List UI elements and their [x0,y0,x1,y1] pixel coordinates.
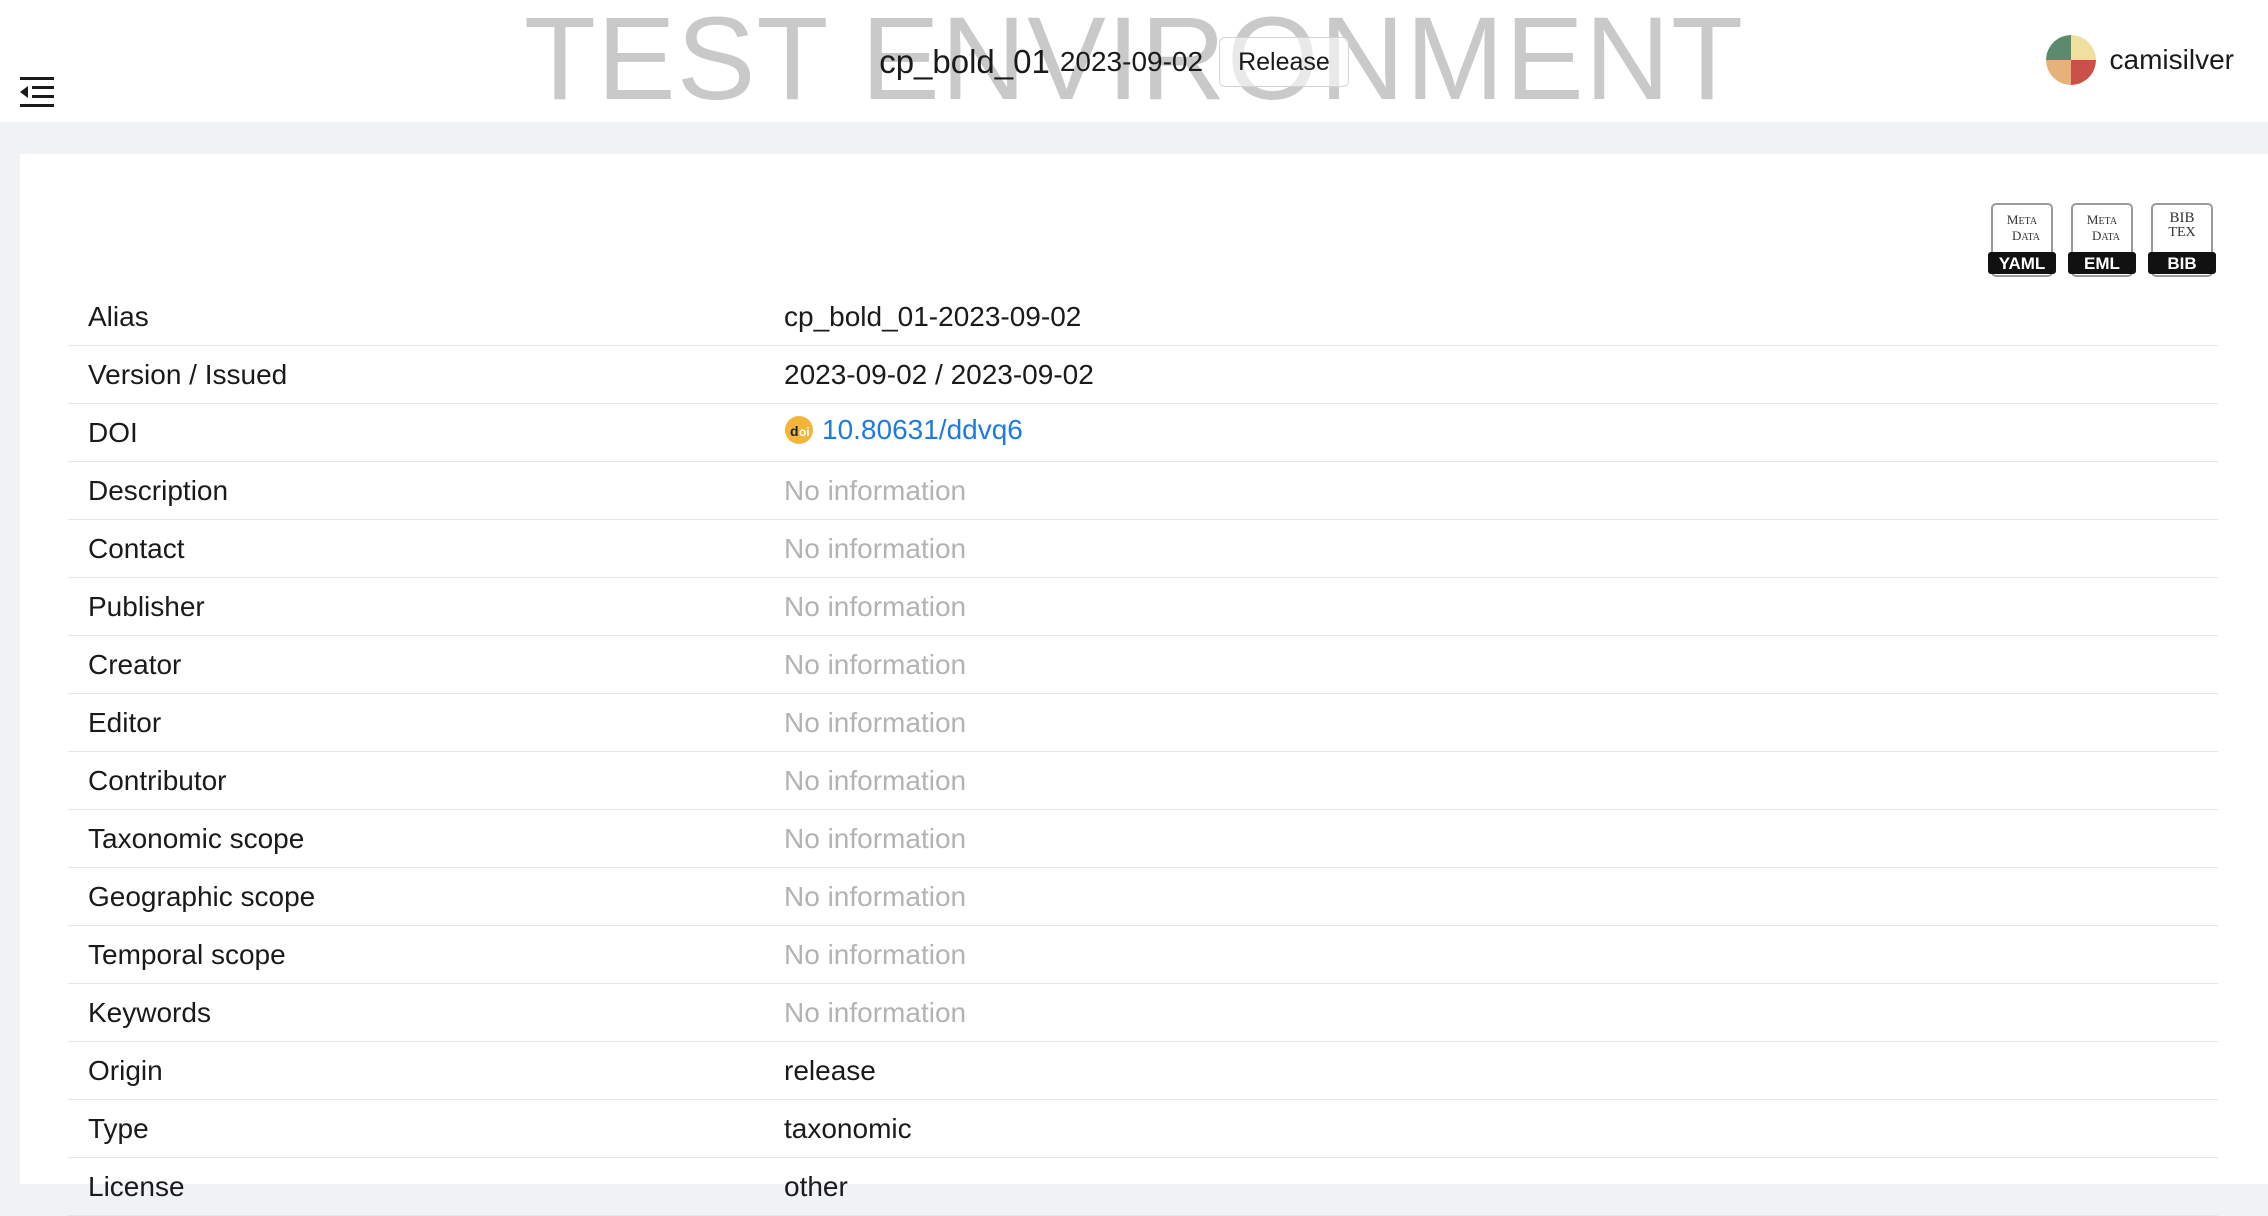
geographic-scope-value: No information [784,867,2218,926]
dataset-title-group: cp_bold_01 2023-09-02 Release [0,34,2268,90]
alias-value: cp_bold_01-2023-09-02 [784,288,2218,346]
svg-text:oi: oi [799,425,810,439]
geographic-scope-label: Geographic scope [68,867,784,926]
table-row: Type taxonomic [68,1099,2218,1158]
username: camisilver [2109,44,2234,75]
license-label: License [68,1157,784,1216]
keywords-value: No information [784,983,2218,1042]
creator-value: No information [784,635,2218,694]
table-row: DOI d oi 10.80631/ddvq6 [68,403,2218,462]
doi-value: d oi 10.80631/ddvq6 [784,403,2218,462]
eml-download-icon[interactable]: META DATA EML [2068,202,2136,280]
version-value: 2023-09-02 / 2023-09-02 [784,345,2218,404]
metadata-downloads: META DATA YAML META DATA EML BIB TEX BIB [1988,202,2216,280]
contributor-value: No information [784,751,2218,810]
table-row: Temporal scope No information [68,925,2218,984]
type-value: taxonomic [784,1099,2218,1158]
description-label: Description [68,461,784,520]
metadata-table: Alias cp_bold_01-2023-09-02 Version / Is… [68,288,2218,1216]
publisher-label: Publisher [68,577,784,636]
editor-label: Editor [68,693,784,752]
publisher-value: No information [784,577,2218,636]
type-label: Type [68,1099,784,1158]
table-row: Editor No information [68,693,2218,752]
contributor-label: Contributor [68,751,784,810]
table-row: Origin release [68,1041,2218,1100]
taxonomic-scope-label: Taxonomic scope [68,809,784,868]
temporal-scope-label: Temporal scope [68,925,784,984]
table-row: Description No information [68,461,2218,520]
doi-label: DOI [68,403,784,462]
license-value: other [784,1157,2218,1216]
table-row: Taxonomic scope No information [68,809,2218,868]
dataset-version: 2023-09-02 [1059,46,1204,77]
doi-link[interactable]: d oi 10.80631/ddvq6 [784,414,1023,446]
yaml-format-label: YAML [1999,254,2046,273]
svg-text:BIB: BIB [2169,210,2194,226]
origin-label: Origin [68,1041,784,1100]
origin-value: release [784,1041,2218,1100]
dataset-name: cp_bold_01 [879,43,1050,80]
table-row: Alias cp_bold_01-2023-09-02 [68,288,2218,346]
yaml-download-icon[interactable]: META DATA YAML [1988,202,2056,280]
temporal-scope-value: No information [784,925,2218,984]
table-row: Contact No information [68,519,2218,578]
table-row: Keywords No information [68,983,2218,1042]
release-button[interactable]: Release [1219,37,1349,87]
bibtex-download-icon[interactable]: BIB TEX BIB [2148,202,2216,280]
doi-text: 10.80631/ddvq6 [822,413,1023,445]
dataset-metadata-panel: META DATA YAML META DATA EML BIB TEX BIB [20,154,2268,1216]
contact-label: Contact [68,519,784,578]
eml-format-label: EML [2084,254,2120,273]
user-menu[interactable]: camisilver [2045,34,2234,86]
table-row: Publisher No information [68,577,2218,636]
contact-value: No information [784,519,2218,578]
keywords-label: Keywords [68,983,784,1042]
svg-text:d: d [790,423,799,439]
bib-format-label: BIB [2167,254,2196,273]
table-row: Creator No information [68,635,2218,694]
editor-value: No information [784,693,2218,752]
table-row: Contributor No information [68,751,2218,810]
table-row: License other [68,1157,2218,1216]
svg-text:TEX: TEX [2168,225,2195,240]
doi-logo-icon: d oi [785,415,813,444]
user-avatar [2045,35,2096,85]
taxonomic-scope-value: No information [784,809,2218,868]
description-value: No information [784,461,2218,520]
table-row: Geographic scope No information [68,867,2218,926]
version-label: Version / Issued [68,345,784,404]
top-header: TEST ENVIRONMENT cp_bold_01 2023-09-02 R… [0,0,2268,122]
creator-label: Creator [68,635,784,694]
table-row: Version / Issued 2023-09-02 / 2023-09-02 [68,345,2218,404]
alias-label: Alias [68,288,784,346]
